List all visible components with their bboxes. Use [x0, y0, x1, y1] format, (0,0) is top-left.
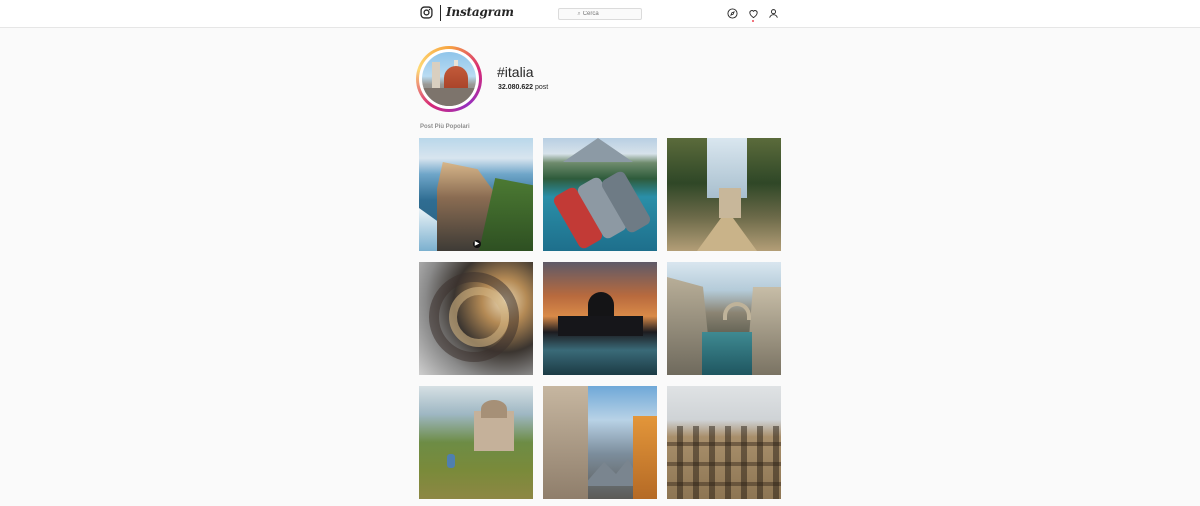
post-tile-8[interactable]: [543, 386, 657, 499]
post-tile-3[interactable]: [667, 138, 781, 251]
search-input[interactable]: [582, 11, 623, 17]
search-icon: ⌕: [577, 11, 581, 17]
instagram-wordmark[interactable]: Instagram: [446, 5, 514, 19]
page-title: #italia: [497, 64, 534, 80]
video-icon: ▶: [473, 240, 481, 248]
notification-dot: [752, 20, 754, 22]
instagram-glyph-icon[interactable]: [420, 6, 433, 19]
heart-icon[interactable]: [748, 8, 759, 19]
hashtag-avatar[interactable]: [416, 46, 482, 112]
post-tile-5[interactable]: [543, 262, 657, 375]
post-count-value: 32.080.622: [498, 84, 534, 91]
section-title: Post Più Popolari: [420, 124, 470, 130]
top-navigation: Instagram ⌕: [0, 0, 1200, 28]
post-tile-6[interactable]: [667, 262, 781, 375]
post-count: 32.080.622 post: [498, 84, 548, 91]
user-icon[interactable]: [768, 8, 779, 19]
post-tile-2[interactable]: [543, 138, 657, 251]
post-count-label: post: [535, 84, 549, 91]
post-tile-7[interactable]: [419, 386, 533, 499]
post-tile-4[interactable]: [419, 262, 533, 375]
logo-divider: [440, 5, 441, 21]
post-tile-9[interactable]: [667, 386, 781, 499]
avatar-image: [422, 52, 476, 106]
search-box[interactable]: ⌕: [558, 8, 642, 20]
post-tile-1[interactable]: ▶: [419, 138, 533, 251]
compass-icon[interactable]: [727, 8, 738, 19]
